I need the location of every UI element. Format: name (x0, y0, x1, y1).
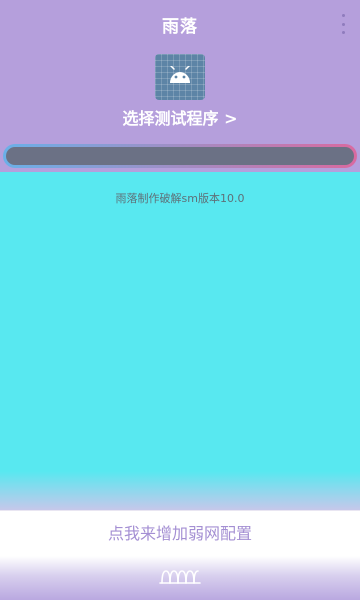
menu-dot (341, 22, 345, 26)
more-vertical-icon[interactable] (340, 14, 346, 34)
brand-logo-icon (159, 570, 201, 584)
version-text: 雨落制作破解sm版本10.0 (115, 192, 245, 205)
app-title: 雨落 (162, 17, 198, 37)
android-robot-glyph (170, 66, 190, 83)
main-content (0, 172, 360, 512)
menu-dot (341, 31, 345, 34)
android-icon[interactable] (155, 54, 205, 100)
weak-network-config-button[interactable]: 点我来增加弱网配置 (0, 510, 360, 556)
progress-track-inner (6, 147, 354, 165)
app-root: 雨落 选择测试程序 > 雨落制作破解sm版本10.0 点我来增加弱网配置 (0, 0, 360, 600)
select-test-program-button[interactable]: 选择测试程序 > (0, 105, 360, 129)
progress-bar (3, 144, 357, 168)
menu-dot (341, 14, 345, 17)
